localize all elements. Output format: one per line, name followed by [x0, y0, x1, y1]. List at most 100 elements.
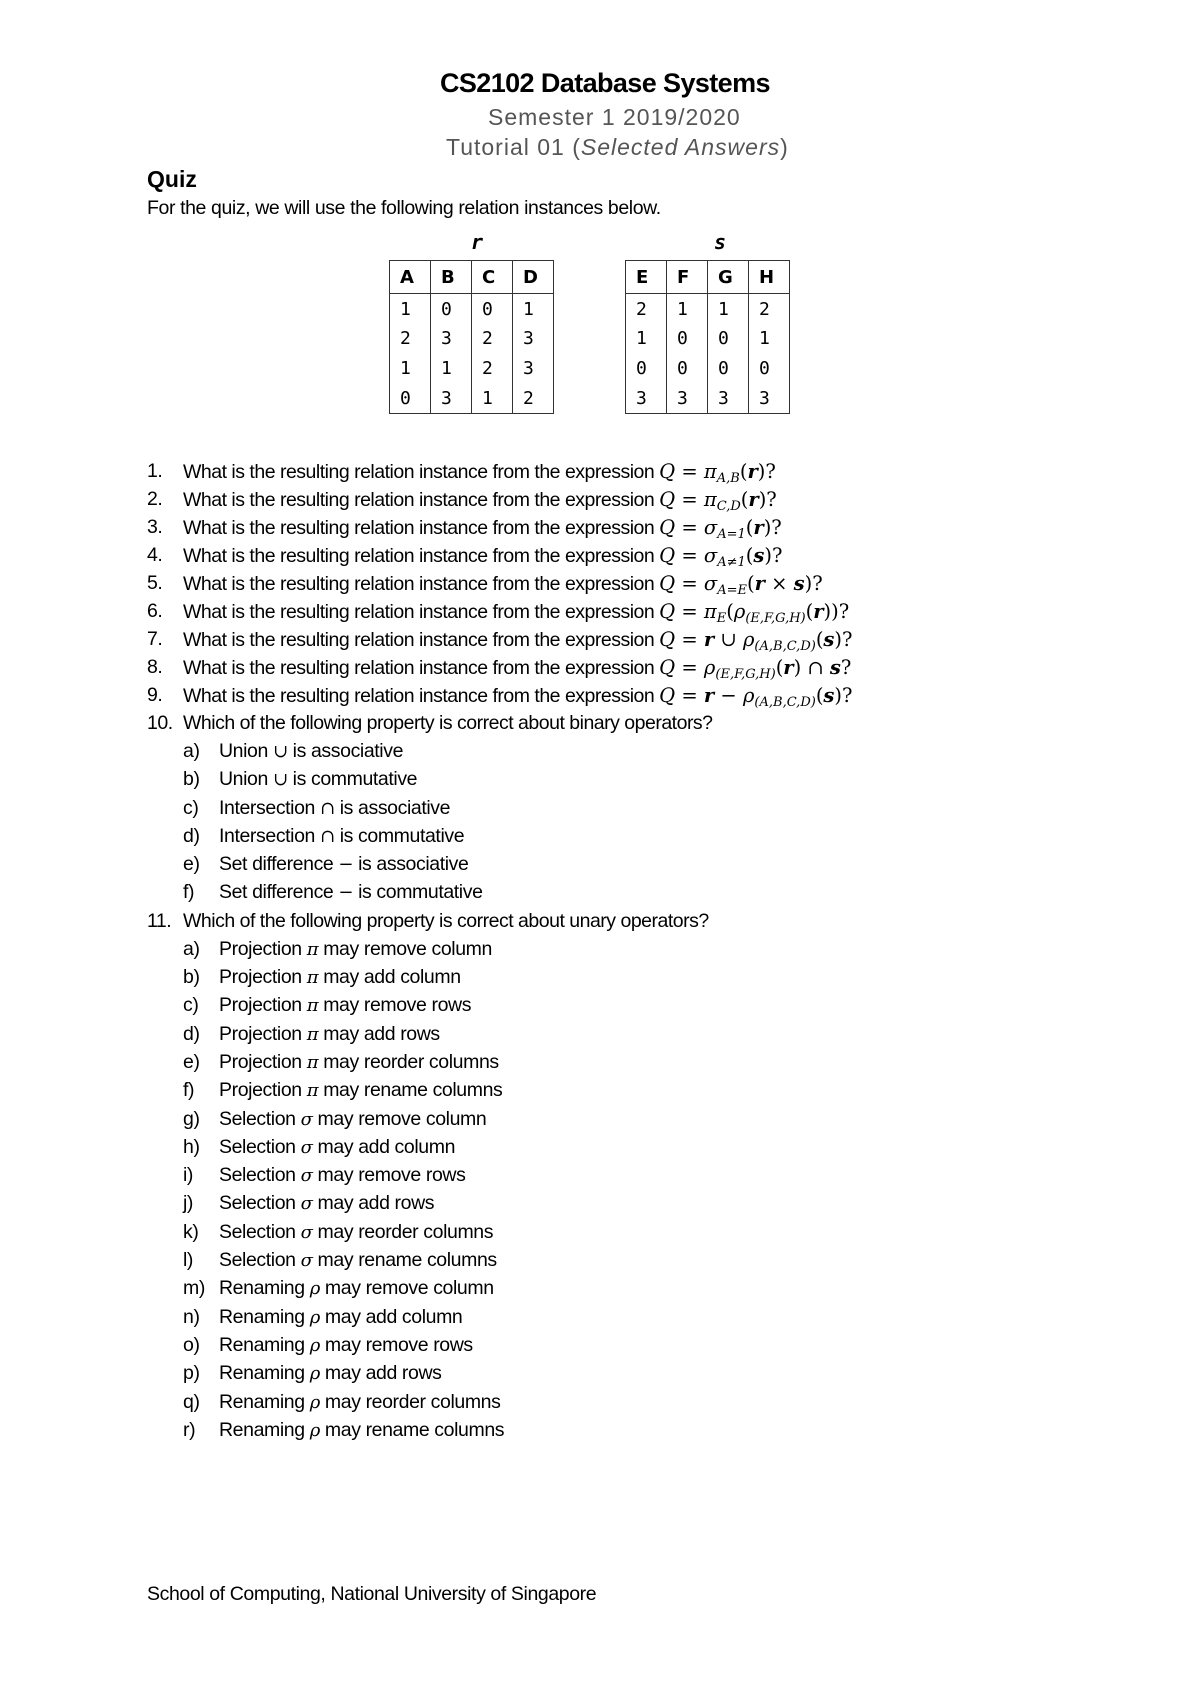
option-pre: Projection [219, 937, 307, 960]
option-post: may reorder columns [318, 1050, 499, 1073]
table-cell: 2 [625, 293, 667, 324]
option-pre: Renaming [219, 1418, 310, 1441]
operator-symbol: π [306, 1051, 319, 1073]
question-number: 8. [147, 656, 163, 678]
question-number: 11. [147, 909, 172, 932]
option-post: may add rows [319, 1362, 442, 1385]
question-expression: Q = σA=E(r × s)? [659, 572, 823, 598]
table-row: 3333 [625, 383, 790, 414]
option-item: f) Projection π may rename columns [147, 1079, 1047, 1107]
table-cell: 0 [666, 323, 708, 354]
option-text: Projection π may reorder columns [219, 1051, 499, 1074]
table-row: 0312 [389, 383, 554, 414]
question-number: 3. [147, 516, 163, 538]
table-cell: 0 [666, 353, 708, 384]
option-letter: m) [183, 1277, 205, 1300]
option-text: Union ∪ is commutative [219, 768, 418, 791]
option-pre: Selection [219, 1249, 301, 1272]
question-item: 7. What is the resulting relation instanc… [147, 628, 1047, 656]
operator-symbol: π [306, 1080, 319, 1102]
option-post: may rename columns [312, 1249, 498, 1272]
table-cell: 0 [707, 353, 749, 384]
option-post: may add column [318, 966, 461, 989]
option-text: Set difference − is associative [219, 853, 469, 876]
question-text: What is the resulting relation instance … [183, 684, 852, 710]
option-pre: Selection [219, 1135, 301, 1158]
table-cell: 3 [512, 323, 554, 354]
option-pre: Renaming [219, 1305, 310, 1328]
option-pre: Projection [219, 1079, 307, 1102]
operator-symbol: ∩ [320, 825, 335, 847]
option-item: g) Selection σ may remove column [147, 1108, 1047, 1136]
question-number: 6. [147, 600, 163, 622]
option-post: may remove column [318, 937, 492, 960]
option-pre: Intersection [219, 824, 321, 847]
option-letter: a) [183, 740, 200, 762]
table-cell: 1 [389, 293, 431, 324]
option-item: i) Selection σ may remove rows [147, 1164, 1047, 1192]
question-number: 7. [147, 628, 163, 650]
option-letter: d) [183, 824, 200, 847]
table-cell: 0 [707, 323, 749, 354]
option-item: c) Projection π may remove rows [147, 994, 1047, 1022]
option-letter: i) [183, 1164, 194, 1187]
table-cell: 1 [430, 353, 472, 384]
table-row: 2112 [625, 293, 790, 324]
question-text: What is the resulting relation instance … [183, 628, 852, 654]
option-letter: f) [183, 881, 195, 904]
table-cell: 0 [389, 383, 431, 414]
table-cell: 2 [512, 383, 554, 414]
question-text: What is the resulting relation instance … [183, 488, 777, 514]
question-item: 2. What is the resulting relation instanc… [147, 488, 1047, 516]
option-item: b) Projection π may add column [147, 966, 1047, 994]
option-text: Projection π may add column [219, 966, 461, 989]
option-post: is associative [353, 853, 469, 876]
option-letter: d) [183, 1022, 200, 1045]
option-post: may remove column [312, 1107, 487, 1130]
question-prompt: What is the resulting relation instance … [183, 657, 660, 679]
option-item: l) Selection σ may rename columns [147, 1249, 1047, 1277]
option-post: may add rows [312, 1192, 435, 1215]
question-expression: Q = ρ(E,F,G,H)(r) ∩ s? [659, 656, 852, 682]
option-text: Selection σ may add column [219, 1136, 455, 1159]
table-cell: 1 [389, 353, 431, 384]
table-cell: 2 [389, 323, 431, 354]
operator-symbol: ∩ [320, 797, 335, 819]
option-text: Set difference − is commutative [219, 881, 483, 904]
operator-symbol: σ [300, 1221, 313, 1243]
column-header: F [666, 260, 708, 294]
column-header: A [389, 260, 431, 294]
table-cell: 1 [625, 323, 667, 354]
option-item: a) Union ∪ is associative [147, 740, 1047, 768]
option-item: c) Intersection ∩ is associative [147, 797, 1047, 825]
table-cell: 2 [748, 293, 790, 324]
option-letter: b) [183, 966, 200, 989]
column-header: D [512, 260, 554, 294]
table-cell: 1 [666, 293, 708, 324]
option-letter: p) [183, 1362, 200, 1385]
option-letter: a) [183, 937, 200, 960]
relation-s-table: EFGH2112100100003333 [625, 260, 790, 414]
option-post: is commutative [353, 881, 483, 904]
option-letter: j) [183, 1192, 194, 1215]
option-post: may add column [312, 1135, 456, 1158]
option-text: Intersection ∩ is associative [219, 797, 451, 820]
option-post: is commutative [334, 824, 465, 847]
operator-symbol: ρ [309, 1363, 321, 1385]
option-item: d) Projection π may add rows [147, 1023, 1047, 1051]
relation-s-name: s [714, 230, 727, 254]
option-letter: g) [183, 1107, 200, 1130]
option-text: Renaming ρ may remove rows [219, 1334, 473, 1357]
option-item: o) Renaming ρ may remove rows [147, 1334, 1047, 1362]
option-item: a) Projection π may remove column [147, 938, 1047, 966]
operator-symbol: ∪ [272, 741, 288, 762]
table-cell: 3 [512, 353, 554, 384]
option-post: may remove rows [312, 1164, 466, 1187]
option-post: may rename columns [319, 1418, 505, 1441]
table-cell: 2 [471, 323, 513, 354]
option-pre: Renaming [219, 1390, 310, 1413]
option-text: Projection π may rename columns [219, 1079, 503, 1102]
option-text: Selection σ may remove rows [219, 1164, 466, 1187]
option-text: Intersection ∩ is commutative [219, 824, 465, 848]
operator-symbol: π [306, 995, 319, 1017]
